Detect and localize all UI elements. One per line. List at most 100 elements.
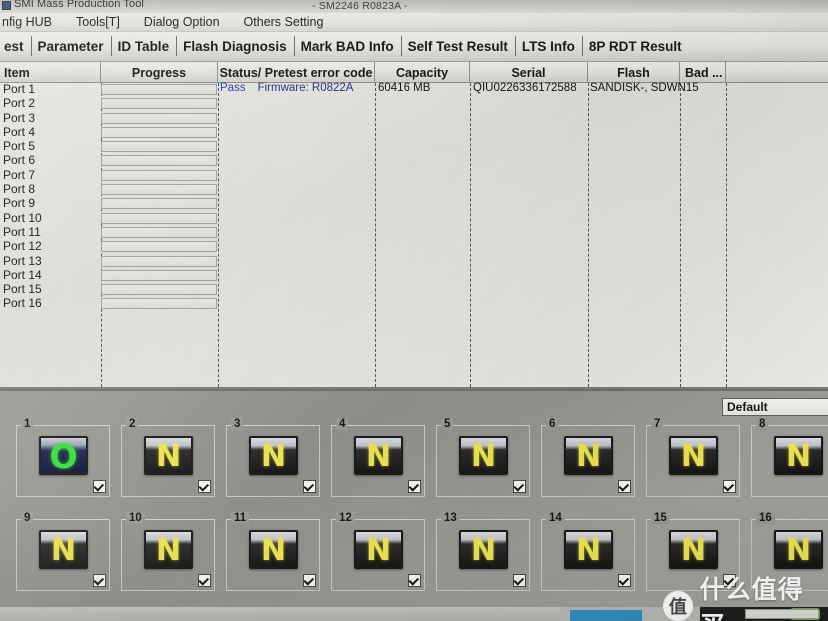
device-tile[interactable]: 3N [226,418,320,497]
device-enable-checkbox[interactable] [513,574,526,587]
table-row[interactable]: Port 9 [0,196,828,211]
menu-others-setting[interactable]: Others Setting [242,14,326,30]
port-label: Port 15 [3,282,42,297]
flash-cell: SANDISK-, SDWN15 [590,82,699,94]
device-tile[interactable]: 7N [646,418,740,497]
device-status-glyph: N [155,438,182,474]
tab-self-test-result[interactable]: Self Test Result [400,35,515,57]
device-enable-checkbox[interactable] [723,574,736,587]
menu-dialog-option[interactable]: Dialog Option [142,14,222,30]
device-enable-checkbox[interactable] [618,574,631,587]
tab-flash-diagnosis[interactable]: Flash Diagnosis [176,35,294,57]
progress-bar [101,198,217,210]
port-label: Port 5 [3,139,36,154]
device-enable-checkbox[interactable] [303,480,316,493]
device-status-glyph: N [575,438,602,474]
table-row[interactable]: Port 12 [0,239,828,254]
table-row[interactable]: Port 13 [0,254,828,269]
device-status-none-icon: N [774,530,823,569]
tab-id-table[interactable]: ID Table [110,35,177,57]
tab-parameter[interactable]: Parameter [30,35,111,57]
col-item[interactable]: Item [0,62,101,83]
port-label: Port 4 [3,124,36,139]
device-tile-grid: 1 O 2 N 3 N 4 N 5 N 6 N 7 N 8 N 9 N 10 N 11 N 12 N 13 N 14 N 15 N 16 N [0,416,828,616]
serial-cell: QIU0226336172588 [473,82,577,94]
port-label: Port 11 [3,224,41,239]
device-enable-checkbox[interactable] [303,574,316,587]
port-label: Port 9 [3,196,36,211]
table-row[interactable]: Port 11 [0,224,828,240]
table-row[interactable]: Port 3 [0,111,828,126]
app-icon [2,1,11,10]
device-tile[interactable]: 4N [331,418,425,497]
device-tile[interactable]: 14 N [541,512,635,591]
device-status-none-icon: N [669,436,718,475]
device-tile[interactable]: 2N [121,418,215,497]
table-row[interactable]: Port 16 [0,296,828,311]
device-tile[interactable]: 15 N [646,512,740,591]
device-tile[interactable]: 8N [751,418,828,497]
device-enable-checkbox[interactable] [198,480,211,493]
table-row[interactable]: Port 4 [0,124,828,140]
device-tile-number: 1 [21,418,34,430]
col-progress[interactable]: Progress [101,62,218,83]
table-row[interactable]: Port 2 [0,96,828,111]
device-status-none-icon: N [354,530,403,569]
device-enable-checkbox[interactable] [408,574,421,587]
device-tile[interactable]: 11 N [226,512,320,591]
tab-mark-bad-info[interactable]: Mark BAD Info [293,35,401,57]
tab-lts-info[interactable]: LTS Info [514,35,582,57]
device-enable-checkbox[interactable] [723,480,736,493]
table-row[interactable]: Port 15 [0,282,828,297]
device-status-none-icon: N [564,436,613,475]
device-tile[interactable]: 10 N [121,512,215,591]
port-label: Port 2 [3,96,36,111]
table-row[interactable]: Port 1 Pass Firmware: R0822A 60416 MB QIU022… [0,82,828,97]
table-row[interactable]: Port 5 [0,139,828,154]
device-status-glyph: N [785,532,812,568]
col-serial[interactable]: Serial [470,62,588,83]
device-tile-number: 16 [756,512,775,524]
device-enable-checkbox[interactable] [198,574,211,587]
device-enable-checkbox[interactable] [93,480,106,493]
tab-8p-rdt-result[interactable]: 8P RDT Result [581,35,689,57]
table-row[interactable]: Port 8 [0,182,828,197]
progress-bar [101,255,217,267]
device-status-glyph: N [365,438,392,474]
device-status-glyph: N [470,438,497,474]
device-tile-number: 5 [441,418,454,430]
device-tile-number: 9 [21,512,34,524]
device-tile[interactable]: 9N [16,512,110,591]
table-row[interactable]: Port 6 [0,153,828,168]
device-status-none-icon: N [249,436,298,475]
device-enable-checkbox[interactable] [408,480,421,493]
table-row[interactable]: Port 10 [0,211,828,226]
device-status-glyph: O [49,437,78,475]
device-tile[interactable]: 6N [541,418,635,497]
device-tile[interactable]: 16 N [751,512,828,591]
device-tile[interactable]: 1O [16,418,110,497]
device-enable-checkbox[interactable] [513,480,526,493]
tab-test[interactable]: est [0,35,31,57]
table-row[interactable]: Port 14 [0,268,828,283]
col-flash[interactable]: Flash [588,62,680,83]
device-tile[interactable]: 12 N [331,512,425,591]
device-enable-checkbox[interactable] [93,574,106,587]
port-label: Port 1 [3,82,36,96]
col-bad[interactable]: Bad ... [680,62,726,83]
progress-bar [101,241,217,253]
menu-config-hub[interactable]: nfig HUB [0,14,54,30]
device-tile[interactable]: 13 N [436,512,530,591]
device-enable-checkbox[interactable] [618,480,631,493]
device-status-glyph: N [365,532,392,568]
progress-bar [101,155,217,167]
profile-select[interactable]: Default [722,398,828,416]
table-row[interactable]: Port 7 [0,168,828,183]
device-tile[interactable]: 5N [436,418,530,497]
device-tile-number: 11 [231,512,250,524]
port-label: Port 6 [3,153,36,168]
col-capacity[interactable]: Capacity [375,62,470,83]
menu-tools[interactable]: Tools[T] [74,14,122,30]
col-status[interactable]: Status/ Pretest error code [218,62,375,83]
desktop-sliver [0,607,828,621]
